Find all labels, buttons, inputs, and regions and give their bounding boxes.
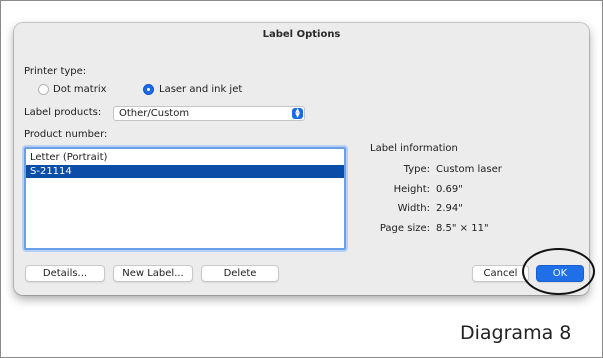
dialog-title: Label Options bbox=[262, 29, 341, 40]
info-height-key: Height: bbox=[393, 184, 430, 195]
list-item[interactable]: Letter (Portrait) bbox=[26, 151, 344, 164]
info-type-key: Type: bbox=[403, 164, 430, 175]
details-button[interactable]: Details... bbox=[25, 265, 105, 282]
label-information-heading: Label information bbox=[370, 143, 458, 154]
delete-button[interactable]: Delete bbox=[201, 265, 279, 282]
printer-type-label: Printer type: bbox=[24, 66, 87, 77]
laser-inkjet-label[interactable]: Laser and ink jet bbox=[159, 84, 242, 95]
label-options-dialog: Label Options Printer type: Dot matrix L… bbox=[14, 23, 589, 295]
dot-matrix-label[interactable]: Dot matrix bbox=[53, 84, 107, 95]
chevron-updown-icon: ▲ ▼ bbox=[292, 108, 303, 119]
info-page-size-key: Page size: bbox=[379, 223, 430, 234]
dot-matrix-radio[interactable] bbox=[38, 84, 49, 95]
info-width-key: Width: bbox=[397, 203, 430, 214]
cancel-button[interactable]: Cancel bbox=[472, 265, 529, 282]
info-page-size-value: 8.5" × 11" bbox=[436, 223, 489, 234]
list-item-selected[interactable]: S-21114 bbox=[26, 165, 344, 178]
info-type-value: Custom laser bbox=[436, 164, 502, 175]
product-number-label: Product number: bbox=[24, 129, 108, 140]
figure-caption: Diagrama 8 bbox=[460, 322, 572, 344]
laser-inkjet-radio[interactable] bbox=[143, 84, 154, 95]
info-height-value: 0.69" bbox=[436, 184, 463, 195]
new-label-button[interactable]: New Label... bbox=[113, 265, 193, 282]
label-products-select[interactable]: Other/Custom ▲ ▼ bbox=[113, 106, 305, 121]
product-number-list[interactable]: Letter (Portrait) S-21114 bbox=[24, 147, 346, 250]
ok-highlight-circle bbox=[522, 248, 595, 295]
label-products-label: Label products: bbox=[24, 107, 102, 118]
info-width-value: 2.94" bbox=[436, 203, 463, 214]
label-products-value: Other/Custom bbox=[119, 108, 190, 119]
